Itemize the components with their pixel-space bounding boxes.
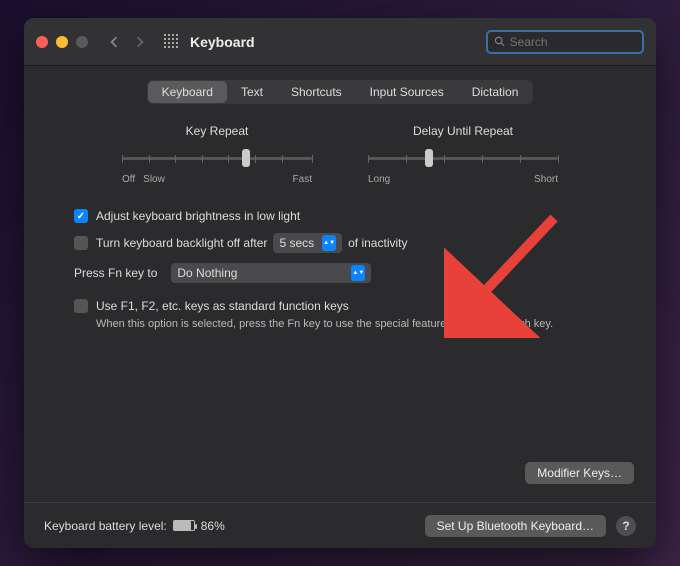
delay-repeat-label: Delay Until Repeat [368,124,558,138]
delay-long-label: Long [368,174,390,185]
modifier-keys-button[interactable]: Modifier Keys… [525,462,634,484]
window-controls [36,36,88,48]
stepper-arrows-icon: ▲▼ [351,265,365,281]
tab-shortcuts[interactable]: Shortcuts [277,81,356,103]
keyboard-preferences-window: Keyboard Keyboard Text Shortcuts Input S… [24,18,656,548]
backlight-off-label-before: Turn keyboard backlight off after [96,236,267,250]
adjust-brightness-row: Adjust keyboard brightness in low light [74,209,606,223]
function-keys-label: Use F1, F2, etc. keys as standard functi… [96,299,349,313]
navigation-controls [104,32,150,52]
content-area: Key Repeat Of [24,114,656,338]
backlight-timeout-value: 5 secs [279,236,314,250]
segmented-control: Keyboard Text Shortcuts Input Sources Di… [147,80,534,104]
adjust-brightness-checkbox[interactable] [74,209,88,223]
zoom-window-button[interactable] [76,36,88,48]
bottom-right-buttons: Modifier Keys… [525,462,634,484]
delay-repeat-slider[interactable] [368,148,558,168]
key-repeat-off-label: Off [122,174,135,185]
key-repeat-fast-label: Fast [293,174,312,185]
key-repeat-label: Key Repeat [122,124,312,138]
backlight-off-label-after: of inactivity [348,236,407,250]
search-input[interactable] [510,35,636,49]
adjust-brightness-label: Adjust keyboard brightness in low light [96,209,300,223]
window-title: Keyboard [190,34,255,50]
back-button[interactable] [104,32,124,52]
backlight-off-row: Turn keyboard backlight off after 5 secs… [74,233,606,253]
function-keys-row: Use F1, F2, etc. keys as standard functi… [74,299,606,313]
grid-icon [164,34,180,50]
backlight-off-checkbox[interactable] [74,236,88,250]
stepper-arrows-icon: ▲▼ [322,235,336,251]
battery-icon [173,520,195,531]
help-button[interactable]: ? [616,516,636,536]
function-keys-checkbox[interactable] [74,299,88,313]
fn-key-select[interactable]: Do Nothing ▲▼ [171,263,371,283]
bluetooth-keyboard-button[interactable]: Set Up Bluetooth Keyboard… [425,515,606,537]
form-rows: Adjust keyboard brightness in low light … [64,199,616,332]
fn-key-label: Press Fn key to [74,266,157,280]
search-field[interactable] [486,30,644,54]
delay-repeat-group: Delay Until Repeat Long Short [368,124,558,185]
show-all-button[interactable] [162,32,182,52]
close-window-button[interactable] [36,36,48,48]
fn-key-row: Press Fn key to Do Nothing ▲▼ [74,263,606,283]
delay-repeat-knob[interactable] [425,149,433,167]
tab-input-sources[interactable]: Input Sources [356,81,458,103]
tab-keyboard[interactable]: Keyboard [148,81,227,103]
key-repeat-slow-label: Slow [143,174,165,185]
search-icon [494,35,506,48]
tab-dictation[interactable]: Dictation [458,81,533,103]
tab-text[interactable]: Text [227,81,277,103]
tabs-bar: Keyboard Text Shortcuts Input Sources Di… [24,66,656,114]
footer: Keyboard battery level: 86% Set Up Bluet… [24,502,656,548]
battery-percent: 86% [201,519,225,533]
delay-short-label: Short [534,174,558,185]
fn-key-value: Do Nothing [177,266,343,280]
function-keys-helper: When this option is selected, press the … [96,317,606,332]
titlebar: Keyboard [24,18,656,66]
sliders-row: Key Repeat Of [64,120,616,199]
backlight-timeout-select[interactable]: 5 secs ▲▼ [273,233,342,253]
key-repeat-knob[interactable] [242,149,250,167]
minimize-window-button[interactable] [56,36,68,48]
battery-label: Keyboard battery level: [44,519,167,533]
key-repeat-slider[interactable] [122,148,312,168]
forward-button[interactable] [130,32,150,52]
key-repeat-group: Key Repeat Of [122,124,312,185]
